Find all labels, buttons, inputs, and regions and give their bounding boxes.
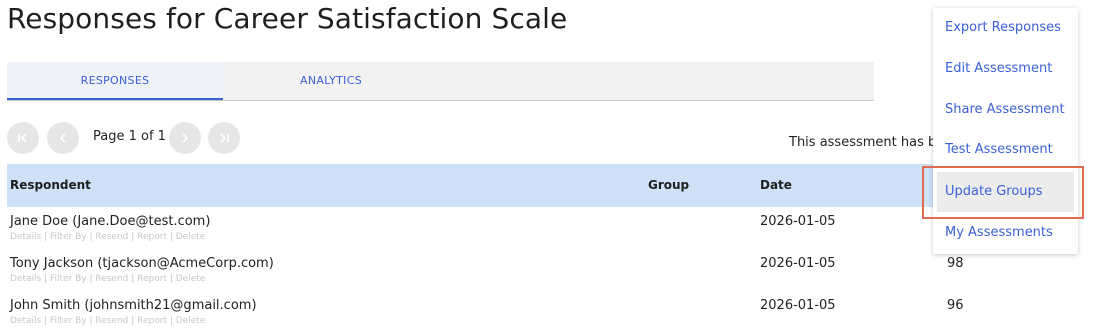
- header-date[interactable]: Date: [760, 178, 792, 192]
- date-cell: 2026-01-05: [760, 256, 836, 271]
- row-action-links[interactable]: Details | Filter By | Resend | Report | …: [10, 316, 205, 326]
- first-page-icon: [18, 133, 27, 143]
- header-respondent[interactable]: Respondent: [10, 178, 91, 192]
- menu-item-share-assessment[interactable]: Share Assessment: [933, 90, 1078, 130]
- page-title: Responses for Career Satisfaction Scale: [7, 2, 568, 35]
- menu-item-edit-assessment[interactable]: Edit Assessment: [933, 49, 1078, 89]
- table-row[interactable]: Tony Jackson (tjackson@AcmeCorp.com) 202…: [7, 250, 975, 292]
- next-page-icon: [182, 133, 189, 143]
- tab-bar: RESPONSES ANALYTICS: [7, 62, 874, 101]
- menu-item-test-assessment[interactable]: Test Assessment: [933, 130, 1078, 170]
- respondent-cell: John Smith (johnsmith21@gmail.com): [10, 298, 257, 313]
- table-row[interactable]: John Smith (johnsmith21@gmail.com) 2026-…: [7, 292, 975, 334]
- menu-item-my-assessments[interactable]: My Assessments: [933, 213, 1078, 253]
- row-action-links[interactable]: Details | Filter By | Resend | Report | …: [10, 232, 205, 242]
- last-page-button[interactable]: [208, 122, 240, 154]
- date-cell: 2026-01-05: [760, 214, 836, 229]
- assessment-notice: This assessment has be: [789, 135, 945, 150]
- menu-item-update-groups[interactable]: Update Groups: [937, 172, 1074, 212]
- next-page-button[interactable]: [169, 122, 201, 154]
- score-cell: 96: [947, 298, 964, 313]
- respondent-cell: Tony Jackson (tjackson@AcmeCorp.com): [10, 256, 274, 271]
- prev-page-button[interactable]: [47, 122, 79, 154]
- header-group[interactable]: Group: [648, 178, 689, 192]
- prev-page-icon: [59, 133, 66, 143]
- tab-analytics[interactable]: ANALYTICS: [223, 62, 439, 100]
- respondent-cell: Jane Doe (Jane.Doe@test.com): [10, 214, 211, 229]
- table-header: Respondent Group Date: [7, 164, 975, 207]
- actions-dropdown-menu: Export Responses Edit Assessment Share A…: [933, 8, 1078, 254]
- menu-item-export-responses[interactable]: Export Responses: [933, 8, 1078, 48]
- date-cell: 2026-01-05: [760, 298, 836, 313]
- score-cell: 98: [947, 256, 964, 271]
- table-row[interactable]: Jane Doe (Jane.Doe@test.com) 2026-01-05 …: [7, 208, 975, 250]
- last-page-icon: [220, 133, 229, 143]
- first-page-button[interactable]: [7, 122, 39, 154]
- page-indicator: Page 1 of 1: [93, 129, 166, 144]
- row-action-links[interactable]: Details | Filter By | Resend | Report | …: [10, 274, 205, 284]
- tab-responses[interactable]: RESPONSES: [7, 62, 223, 100]
